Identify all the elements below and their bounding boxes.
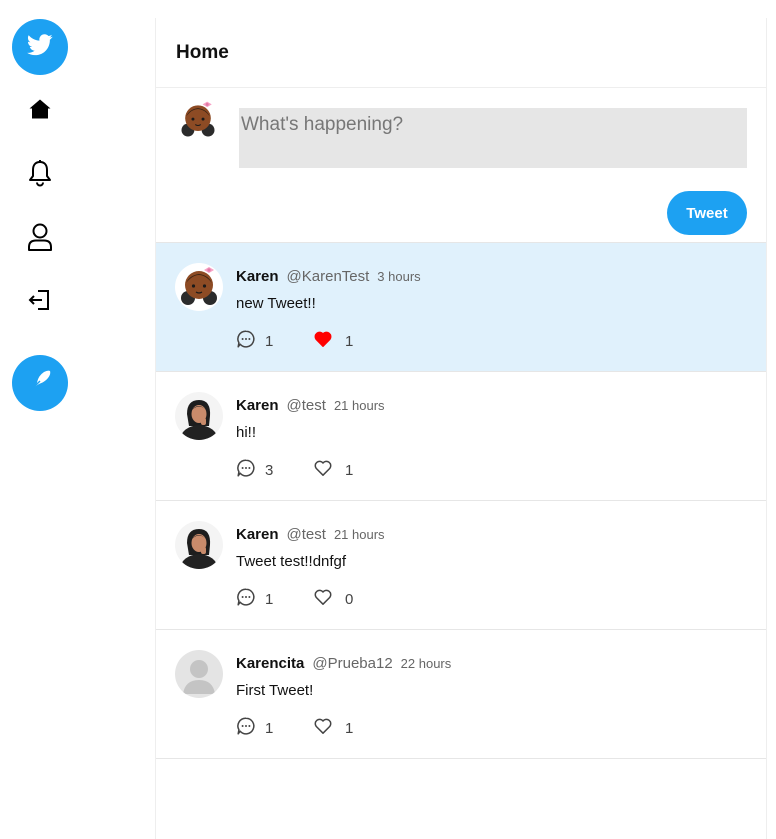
avatar[interactable] — [175, 392, 223, 440]
compose-input[interactable] — [239, 108, 747, 168]
tweet-actions: 1 0 — [236, 587, 353, 612]
nav-notifications[interactable] — [24, 159, 56, 191]
reply-count: 1 — [265, 591, 274, 608]
reply-button[interactable]: 1 — [236, 587, 313, 612]
tweet-text: First Tweet! — [236, 682, 314, 699]
like-button[interactable]: 1 — [313, 716, 353, 741]
like-count: 1 — [345, 462, 354, 479]
tweet-author-name[interactable]: Karen — [236, 526, 279, 543]
nav-profile[interactable] — [24, 223, 56, 255]
like-button[interactable]: 0 — [313, 587, 353, 612]
nav-home[interactable] — [24, 95, 56, 127]
reply-count: 3 — [265, 462, 274, 479]
tweet-item[interactable]: Karen @test 21 hours hi!! 3 1 — [156, 372, 766, 501]
tweet-author-handle[interactable]: @Prueba12 — [312, 655, 392, 672]
tweet-actions: 1 1 — [236, 329, 353, 354]
reply-icon — [236, 458, 256, 483]
tweet-timestamp: 22 hours — [400, 656, 452, 671]
reply-icon — [236, 716, 256, 741]
twitter-bird-icon — [27, 33, 53, 61]
tweet-timestamp: 3 hours — [377, 269, 421, 284]
reply-icon — [236, 329, 256, 354]
tweet-author-name[interactable]: Karen — [236, 268, 279, 285]
like-count: 0 — [345, 591, 354, 608]
reply-button[interactable]: 3 — [236, 458, 313, 483]
like-button[interactable]: 1 — [313, 329, 353, 354]
reply-button[interactable]: 1 — [236, 329, 313, 354]
avatar[interactable] — [175, 263, 223, 311]
tweet-actions: 1 1 — [236, 716, 353, 741]
sidebar — [0, 0, 155, 839]
tweet-text: hi!! — [236, 424, 257, 441]
avatar[interactable] — [175, 650, 223, 698]
tweet-item[interactable]: Karencita @Prueba12 22 hours First Tweet… — [156, 630, 766, 759]
twitter-logo-button[interactable] — [12, 19, 68, 75]
tweet-text: Tweet test!!dnfgf — [236, 553, 347, 570]
tweet-timestamp: 21 hours — [333, 398, 385, 413]
tweet-item[interactable]: Karen @KarenTest 3 hours new Tweet!! 1 1 — [156, 243, 766, 372]
tweet-item[interactable]: Karen @test 21 hours Tweet test!!dnfgf 1… — [156, 501, 766, 630]
reply-count: 1 — [265, 333, 274, 350]
bell-icon — [27, 159, 53, 192]
tweet-author-handle[interactable]: @test — [287, 526, 326, 543]
reply-button[interactable]: 1 — [236, 716, 313, 741]
tweet-button[interactable]: Tweet — [667, 191, 747, 235]
tweet-author-handle[interactable]: @test — [287, 397, 326, 414]
tweet-actions: 3 1 — [236, 458, 353, 483]
home-icon — [28, 97, 52, 126]
page-title: Home — [176, 41, 229, 63]
heart-icon — [313, 716, 333, 741]
tweet-composer: Tweet — [156, 88, 766, 243]
avatar[interactable] — [175, 521, 223, 569]
tweet-timestamp: 21 hours — [333, 527, 385, 542]
like-count: 1 — [345, 720, 354, 737]
main-feed: Home Tweet Karen @KarenTest 3 hours new … — [155, 18, 767, 839]
like-count: 1 — [345, 333, 354, 350]
heart-icon — [313, 587, 333, 612]
feather-icon — [27, 368, 53, 399]
nav-logout[interactable] — [24, 286, 56, 318]
tweet-author-handle[interactable]: @KarenTest — [287, 268, 370, 285]
like-button[interactable]: 1 — [313, 458, 353, 483]
tweet-author-name[interactable]: Karencita — [236, 655, 304, 672]
reply-count: 1 — [265, 720, 274, 737]
tweet-text: new Tweet!! — [236, 295, 316, 312]
logout-icon — [28, 289, 52, 316]
heart-icon — [313, 458, 333, 483]
avatar — [176, 98, 220, 147]
compose-tweet-button[interactable] — [12, 355, 68, 411]
tweet-author-name[interactable]: Karen — [236, 397, 279, 414]
heart-filled-icon — [313, 329, 333, 354]
page-header: Home — [156, 18, 766, 88]
user-icon — [27, 222, 53, 257]
reply-icon — [236, 587, 256, 612]
